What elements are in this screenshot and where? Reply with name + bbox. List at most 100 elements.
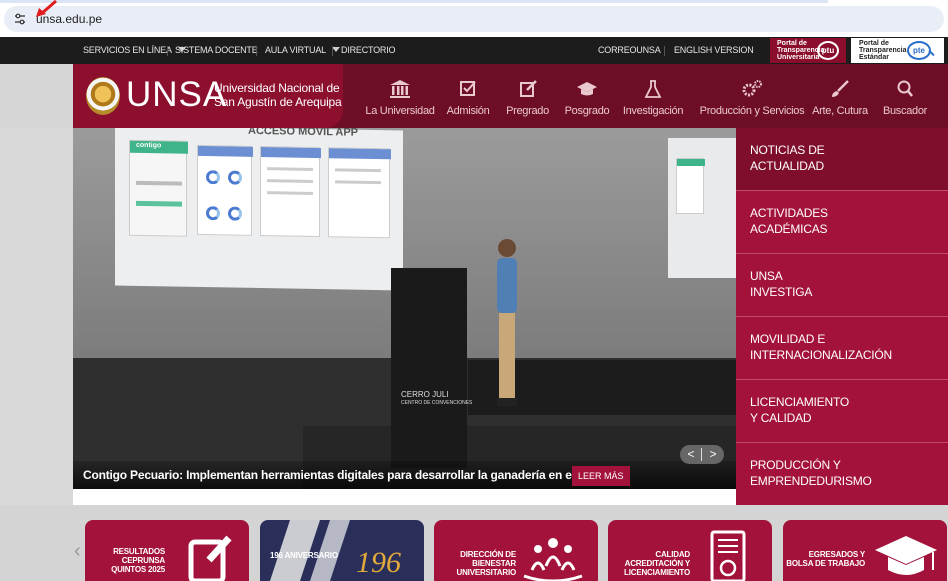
label-line2: INTERNACIONALIZACIÓN [750, 348, 893, 362]
card-line2: BOLSA DE TRABAJO [786, 559, 865, 568]
nav-posgrado[interactable]: Posgrado [560, 64, 614, 128]
nav-label: Investigación [622, 105, 684, 117]
main-header: UNSA Universidad Nacional de San Agustín… [0, 64, 948, 128]
slider-prev-button[interactable]: < [682, 446, 700, 463]
card-bienestar-universitario[interactable]: DIRECCIÓN DE BIENESTAR UNIVERSITARIO [434, 520, 598, 581]
slide-caption[interactable]: Contigo Pecuario: Implementan herramient… [83, 468, 604, 482]
placeholder-button [136, 200, 182, 207]
card-label: RESULTADOS CEPRUNSA QUINTOS 2025 [91, 547, 165, 574]
people-icon [523, 538, 583, 581]
card-line2: CEPRUNSA [121, 556, 165, 565]
topbar-servicios-en-linea[interactable]: SERVICIOS EN LÍNEA [83, 45, 186, 55]
placeholder-line [335, 168, 381, 173]
phone-mockup [676, 158, 705, 214]
header-left-spacer [0, 64, 73, 128]
side-item-noticias[interactable]: NOTICIAS DE ACTUALIDAD [736, 128, 948, 191]
slider-controls: < > [680, 445, 724, 464]
phone-header [329, 148, 391, 160]
carousel-prev-button[interactable]: ‹ [74, 540, 81, 563]
university-name: Universidad Nacional de San Agustín de A… [214, 81, 342, 109]
brush-icon [832, 80, 849, 97]
page-load-progress [0, 0, 828, 3]
side-item-licenciamiento[interactable]: LICENCIAMIENTO Y CALIDAD [736, 380, 948, 443]
side-item-label: UNSA INVESTIGA [750, 268, 940, 300]
university-logo-link[interactable]: UNSA Universidad Nacional de San Agustín… [73, 64, 343, 128]
card-line1: CALIDAD [655, 550, 690, 559]
side-item-actividades[interactable]: ACTIVIDADES ACADÉMICAS [736, 191, 948, 254]
nav-label: Pregrado [506, 105, 549, 117]
nav-la-universidad[interactable]: La Universidad [358, 64, 442, 128]
side-item-label: PRODUCCIÓN Y EMPRENDEDURISMO [750, 457, 940, 489]
hero-left-spacer [0, 128, 73, 505]
divider [256, 46, 257, 56]
card-196-aniversario[interactable]: 196 ANIVERSARIO 196 [260, 520, 424, 581]
phone-mockup [197, 144, 253, 236]
nav-label: Buscador [882, 105, 928, 117]
browser-toolbar: unsa.edu.pe [0, 0, 948, 37]
pte-text: Portal de Transparencia Estándar [859, 40, 906, 61]
screen-title: ACCESO MÓVIL APP [248, 128, 359, 139]
nav-admision[interactable]: Admisión [443, 64, 493, 128]
divider [332, 46, 333, 56]
label-line2: ACADÉMICAS [750, 222, 828, 236]
portal-transparencia-estandar-link[interactable]: Portal de Transparencia Estándar pte [851, 38, 944, 63]
divider [664, 46, 665, 56]
portal-transparencia-universitaria-link[interactable]: Portal de Transparencia Universitaria pt… [770, 38, 846, 63]
phone-header [198, 145, 253, 157]
card-label: 196 ANIVERSARIO [270, 551, 338, 560]
card-line1: DIRECCIÓN DE [460, 550, 516, 559]
card-egresados-bolsa-trabajo[interactable]: EGRESADOS Y BOLSA DE TRABAJO [783, 520, 947, 581]
building-icon [390, 80, 410, 98]
university-name-line1: Universidad Nacional de [214, 81, 340, 95]
label-line1: ACTIVIDADES [750, 206, 828, 220]
address-bar[interactable]: unsa.edu.pe [4, 6, 944, 32]
label-line2: EMPRENDEDURISMO [750, 474, 872, 488]
nav-label: Arte, Cutura [812, 105, 868, 117]
topbar-correounsa[interactable]: CORREOUNSA [598, 45, 661, 55]
card-line1: EGRESADOS Y [808, 550, 866, 559]
slider-next-button[interactable]: > [704, 446, 722, 463]
side-item-produccion[interactable]: PRODUCCIÓN Y EMPRENDEDURISMO [736, 443, 948, 506]
search-icon [897, 80, 913, 97]
nav-buscador[interactable]: Buscador [876, 64, 934, 128]
label-line1: LICENCIAMIENTO [750, 395, 849, 409]
certificate-icon [710, 530, 746, 581]
nav-investigacion[interactable]: Investigación [620, 64, 686, 128]
placeholder-line [267, 179, 313, 183]
edit-icon [188, 535, 232, 581]
topbar-directorio[interactable]: DIRECTORIO [341, 45, 396, 55]
ptu-logo-icon: ptu [817, 41, 839, 60]
side-item-movilidad[interactable]: MOVILIDAD E INTERNACIONALIZACIÓN [736, 317, 948, 380]
hero-slider[interactable]: ACCESO MÓVIL APP contigo CERRO JULI CENT… [73, 128, 736, 489]
tune-icon[interactable] [14, 13, 26, 25]
edit-icon [519, 80, 537, 97]
read-more-button[interactable]: LEER MÁS [572, 466, 630, 486]
annotation-arrow-icon [36, 0, 57, 17]
nav-pregrado[interactable]: Pregrado [500, 64, 555, 128]
nav-produccion-servicios[interactable]: Producción y Servicios [698, 64, 806, 128]
card-label: DIRECCIÓN DE BIENESTAR UNIVERSITARIO [438, 550, 517, 577]
side-item-label: LICENCIAMIENTO Y CALIDAD [750, 394, 940, 426]
topbar-aula-virtual[interactable]: AULA VIRTUAL [265, 45, 340, 55]
chevron-down-icon [331, 47, 340, 52]
side-item-investiga[interactable]: UNSA INVESTIGA [736, 254, 948, 317]
donut-chart-icon [228, 170, 242, 185]
topbar-sistema-docente[interactable]: SISTEMA DOCENTE [175, 45, 258, 55]
nav-label: Producción y Servicios [699, 105, 805, 117]
topbar-english-version[interactable]: ENGLISH VERSION [674, 45, 754, 55]
card-calidad-acreditacion[interactable]: CALIDAD ACREDITACIÓN Y LICENCIAMIENTO [608, 520, 772, 581]
donut-chart-icon [228, 206, 242, 221]
side-item-label: NOTICIAS DE ACTUALIDAD [750, 142, 940, 174]
pte-line1: Portal de [859, 40, 889, 47]
nav-arte-cultura[interactable]: Arte, Cutura [810, 64, 870, 128]
anniversary-number: 196 [356, 546, 401, 579]
label-line1: UNSA [750, 269, 783, 283]
card-line2: BIENESTAR [472, 559, 516, 568]
divider [701, 448, 702, 461]
card-resultados-ceprunsa[interactable]: RESULTADOS CEPRUNSA QUINTOS 2025 [85, 520, 249, 581]
placeholder-line [136, 180, 182, 186]
card-line3: LICENCIAMIENTO [624, 568, 690, 577]
donut-chart-icon [206, 206, 220, 221]
card-line1: RESULTADOS [113, 547, 165, 556]
card-label: EGRESADOS Y BOLSA DE TRABAJO [785, 550, 865, 568]
